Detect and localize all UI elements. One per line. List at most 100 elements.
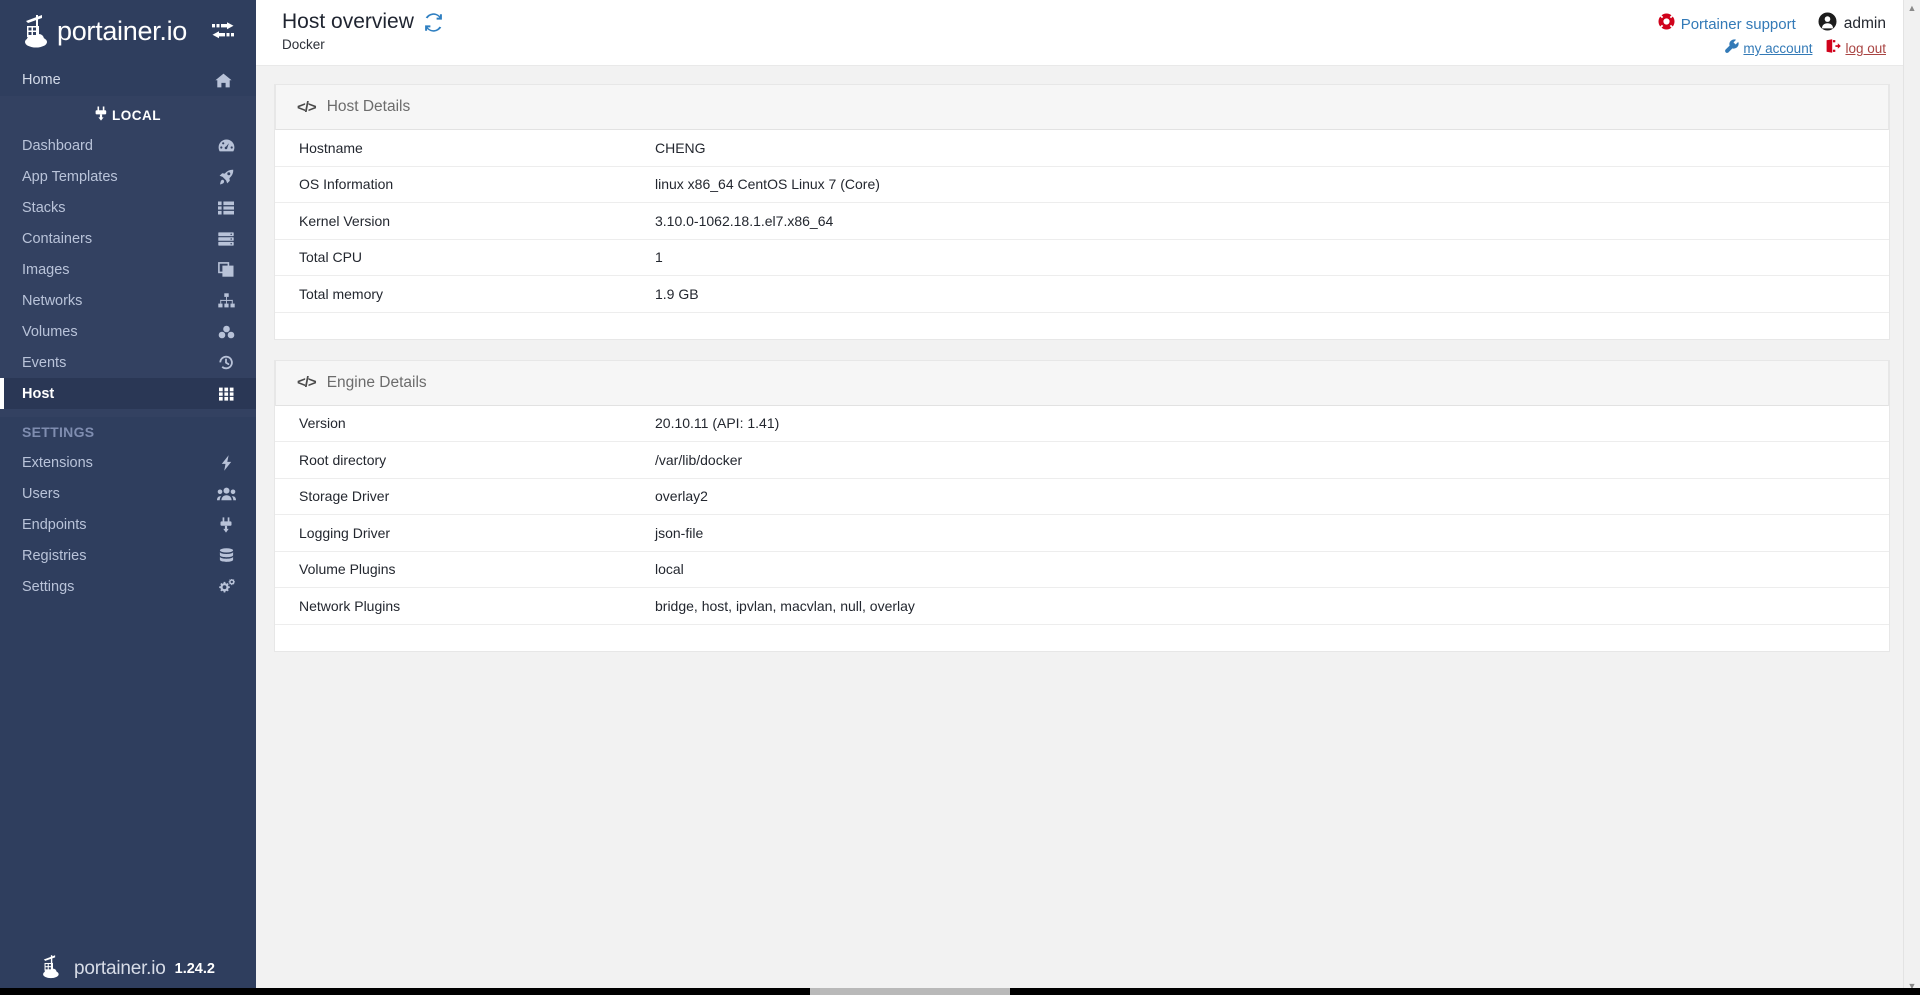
sidebar-item-users[interactable]: Users [0, 478, 256, 509]
row-key: Hostname [299, 139, 363, 156]
table-row: OS Information linux x86_64 CentOS Linux… [275, 167, 1889, 203]
sidebar-item-label: Host [22, 385, 55, 402]
sidebar-item-label: Home [22, 72, 61, 88]
engine-details-panel: </> Engine Details Version 20.10.11 (API… [274, 359, 1890, 652]
scroll-up-arrow-icon[interactable]: ▲ [1908, 0, 1917, 17]
row-key: Logging Driver [299, 524, 391, 541]
sidebar-item-label: Extensions [22, 454, 93, 471]
portainer-support-label: Portainer support [1680, 15, 1796, 33]
sidebar-section-settings: SETTINGS [22, 424, 95, 440]
portainer-app: portainer.io Home LOCAL Dashboard App Te… [0, 0, 1920, 995]
sidebar-item-extensions[interactable]: Extensions [0, 447, 256, 478]
table-row: Total memory 1.9 GB [275, 276, 1889, 313]
logout-label: log out [1845, 41, 1886, 56]
sidebar-item-label: Stacks [22, 199, 66, 216]
sidebar-section-local: LOCAL [0, 100, 256, 130]
sidebar-item-volumes[interactable]: Volumes [0, 316, 256, 347]
sidebar-toggle-button[interactable] [206, 14, 240, 48]
row-key: Version [299, 415, 346, 432]
sidebar-local-group: LOCAL Dashboard App Templates Stacks Con… [0, 96, 256, 417]
sidebar-item-label: Networks [22, 292, 83, 309]
list-icon [216, 201, 236, 215]
table-row: Logging Driver json-file [275, 515, 1889, 552]
row-value: linux x86_64 CentOS Linux 7 (Core) [655, 176, 880, 193]
code-icon: </> [297, 98, 317, 116]
panel-title: Host Details [326, 98, 411, 115]
sidebar: portainer.io Home LOCAL Dashboard App Te… [0, 0, 256, 995]
sidebar-item-label: Volumes [22, 323, 78, 340]
panel-tail [275, 312, 1889, 339]
my-account-label: my account [1743, 41, 1813, 56]
row-value: json-file [655, 524, 704, 541]
logout-link[interactable]: log out [1826, 39, 1886, 58]
row-value: local [655, 561, 684, 578]
sidebar-item-label: Settings [22, 578, 75, 595]
sidebar-item-label: Containers [22, 230, 93, 247]
panel-body: Version 20.10.11 (API: 1.41) Root direct… [275, 405, 1889, 651]
table-row: Version 20.10.11 (API: 1.41) [275, 406, 1889, 442]
sidebar-item-label: Dashboard [22, 137, 93, 154]
app-version: 1.24.2 [174, 961, 215, 977]
user-name: admin [1843, 15, 1886, 32]
table-row: Total CPU 1 [275, 240, 1889, 276]
row-value: 20.10.11 (API: 1.41) [655, 415, 780, 432]
page-title: Host overview [282, 10, 414, 33]
plug-icon [216, 516, 236, 533]
row-key: Total memory [299, 285, 384, 302]
clone-icon [216, 262, 236, 277]
rocket-icon [216, 169, 236, 185]
row-key: Volume Plugins [299, 561, 396, 578]
topbar-user-controls: Portainer support admin my account log o… [1658, 0, 1920, 58]
vertical-scrollbar[interactable]: ▲ ▼ [1903, 0, 1920, 995]
row-value: 1.9 GB [655, 285, 699, 302]
row-value: CHENG [655, 139, 706, 156]
panel-header: </> Host Details [275, 84, 1889, 130]
history-icon [216, 355, 236, 370]
sidebar-item-host[interactable]: Host [0, 378, 256, 409]
cogs-icon [216, 579, 236, 594]
my-account-link[interactable]: my account [1725, 39, 1812, 58]
horizontal-scrollbar-thumb[interactable] [810, 988, 1010, 995]
sidebar-item-label: App Templates [22, 168, 118, 185]
panel-tail [275, 624, 1889, 651]
sidebar-section-local-label: LOCAL [112, 107, 161, 123]
row-value: /var/lib/docker [655, 451, 743, 468]
sidebar-item-stacks[interactable]: Stacks [0, 192, 256, 223]
sidebar-item-containers[interactable]: Containers [0, 223, 256, 254]
portainer-logo-icon [22, 12, 56, 50]
table-row: Volume Plugins local [275, 552, 1889, 588]
row-value: 3.10.0-1062.18.1.el7.x86_64 [655, 212, 834, 229]
server-icon [216, 231, 236, 246]
table-row: Root directory /var/lib/docker [275, 442, 1889, 479]
sidebar-item-app-templates[interactable]: App Templates [0, 161, 256, 192]
footer-brand-name: portainer.io [74, 958, 166, 979]
sidebar-item-endpoints[interactable]: Endpoints [0, 509, 256, 540]
user-display[interactable]: admin [1818, 12, 1886, 36]
refresh-icon[interactable] [424, 12, 443, 32]
brand-logo-group[interactable]: portainer.io [22, 12, 202, 50]
row-value: overlay2 [655, 488, 708, 505]
portainer-support-link[interactable]: Portainer support [1658, 13, 1796, 35]
sidebar-item-label: Users [22, 485, 60, 502]
sidebar-item-images[interactable]: Images [0, 254, 256, 285]
row-value: 1 [655, 249, 663, 266]
sidebar-item-registries[interactable]: Registries [0, 540, 256, 571]
user-circle-icon [1818, 12, 1837, 36]
sitemap-icon [216, 293, 236, 308]
sidebar-settings-group: Extensions Users Endpoints Registries Se… [0, 447, 256, 602]
sidebar-item-dashboard[interactable]: Dashboard [0, 130, 256, 161]
users-icon [216, 487, 236, 501]
sidebar-item-label: Events [22, 354, 67, 371]
row-key: Total CPU [299, 249, 363, 266]
table-row: Network Plugins bridge, host, ipvlan, ma… [275, 588, 1889, 625]
horizontal-scrollbar[interactable] [0, 988, 1920, 995]
sidebar-item-events[interactable]: Events [0, 347, 256, 378]
grid-icon [216, 387, 236, 401]
row-key: Storage Driver [299, 488, 390, 505]
panel-body: Hostname CHENG OS Information linux x86_… [275, 130, 1889, 339]
panel-title: Engine Details [326, 373, 427, 391]
sidebar-item-networks[interactable]: Networks [0, 285, 256, 316]
sidebar-item-settings[interactable]: Settings [0, 571, 256, 602]
sidebar-item-home[interactable]: Home [0, 64, 256, 96]
